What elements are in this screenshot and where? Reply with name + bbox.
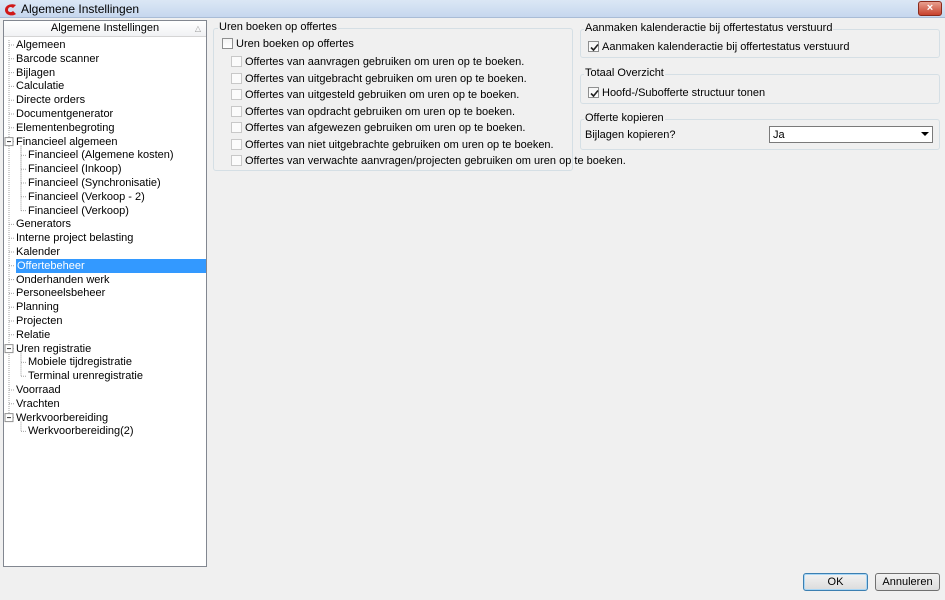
- uren-sub-checkbox-label: Offertes van aanvragen gebruiken om uren…: [245, 56, 525, 68]
- tree-item[interactable]: Algemeen: [16, 38, 66, 52]
- tree-item[interactable]: Bijlagen: [16, 66, 55, 80]
- uren-sub-checkbox-label: Offertes van niet uitgebrachte gebruiken…: [245, 138, 554, 151]
- tree-item[interactable]: Interne project belasting: [16, 231, 133, 245]
- tree-item[interactable]: Barcode scanner: [16, 52, 99, 66]
- tree-item[interactable]: Offertebeheer: [16, 258, 206, 273]
- kalender-checkbox[interactable]: [588, 41, 599, 52]
- cancel-button[interactable]: Annuleren: [875, 573, 940, 591]
- tree-item[interactable]: Financieel (Verkoop - 2): [28, 190, 145, 204]
- uren-sub-checkbox[interactable]: [231, 72, 242, 84]
- uren-sub-checkbox-row[interactable]: Offertes van uitgebracht gebruiken om ur…: [231, 72, 566, 86]
- tree-item[interactable]: Financieel (Verkoop): [28, 204, 129, 218]
- tree-item[interactable]: Werkvoorbereiding(2): [28, 424, 134, 438]
- tree-item[interactable]: Mobiele tijdregistratie: [28, 355, 132, 369]
- uren-sub-checkbox[interactable]: [231, 105, 242, 117]
- uren-sub-checkbox[interactable]: [231, 56, 242, 67]
- tree-item[interactable]: Planning: [16, 300, 59, 314]
- bijlagen-kopieren-label: Bijlagen kopieren?: [585, 129, 676, 141]
- uren-boeken-checkbox[interactable]: [222, 38, 233, 49]
- checkmark-icon: [590, 43, 599, 52]
- tree-item[interactable]: Generators: [16, 217, 71, 231]
- uren-sub-checkbox-row[interactable]: Offertes van opdracht gebruiken om uren …: [231, 105, 566, 119]
- uren-sub-checkbox-label: Offertes van opdracht gebruiken om uren …: [245, 105, 516, 118]
- kalender-checkbox-label: Aanmaken kalenderactie bij offertestatus…: [602, 41, 850, 53]
- uren-sub-checkbox[interactable]: [231, 155, 242, 166]
- tree-item[interactable]: Financieel (Algemene kosten): [28, 148, 174, 162]
- uren-sub-checkbox[interactable]: [231, 122, 242, 133]
- app-logo-icon: [5, 4, 16, 16]
- kalender-group-title: Aanmaken kalenderactie bij offertestatus…: [584, 22, 834, 34]
- tree-item[interactable]: Kalender: [16, 245, 60, 259]
- window-titlebar: Algemene Instellingen ×: [0, 0, 945, 18]
- totaal-checkbox-row[interactable]: Hoofd-/Subofferte structuur tonen: [588, 86, 888, 100]
- close-button[interactable]: ×: [918, 1, 942, 16]
- tree-item[interactable]: Relatie: [16, 328, 50, 342]
- tree-item[interactable]: Uren registratie: [16, 342, 91, 356]
- uren-boeken-checkbox-row[interactable]: Uren boeken op offertes: [222, 37, 522, 51]
- checkmark-icon: [590, 89, 599, 98]
- tree-item[interactable]: Financieel algemeen: [16, 135, 118, 149]
- uren-sub-checkbox-row[interactable]: Offertes van aanvragen gebruiken om uren…: [231, 55, 566, 69]
- uren-sub-checkbox-row[interactable]: Offertes van verwachte aanvragen/project…: [231, 154, 626, 168]
- ok-button[interactable]: OK: [803, 573, 868, 591]
- window-title: Algemene Instellingen: [21, 2, 140, 16]
- bijlagen-kopieren-select[interactable]: Ja: [769, 126, 933, 143]
- tree-item[interactable]: Onderhanden werk: [16, 273, 110, 287]
- uren-sub-checkbox[interactable]: [231, 138, 242, 150]
- tree-item[interactable]: Projecten: [16, 314, 62, 328]
- uren-boeken-group-title: Uren boeken op offertes: [218, 21, 338, 33]
- tree-item[interactable]: Calculatie: [16, 79, 64, 93]
- uren-sub-checkbox-row[interactable]: Offertes van uitgesteld gebruiken om ure…: [231, 88, 566, 102]
- tree-item[interactable]: Financieel (Inkoop): [28, 162, 122, 176]
- tree-item[interactable]: Personeelsbeheer: [16, 286, 105, 300]
- tree-item[interactable]: Documentgenerator: [16, 107, 113, 121]
- totaal-group-title: Totaal Overzicht: [584, 67, 665, 79]
- uren-sub-checkbox-label: Offertes van verwachte aanvragen/project…: [245, 155, 626, 167]
- tree-item[interactable]: Werkvoorbereiding: [16, 411, 108, 425]
- chevron-down-icon: [921, 132, 929, 136]
- tree-item[interactable]: Directe orders: [16, 93, 85, 107]
- uren-sub-checkbox-row[interactable]: Offertes van afgewezen gebruiken om uren…: [231, 121, 566, 135]
- tree-item[interactable]: Elementenbegroting: [16, 121, 114, 135]
- tree-item[interactable]: Vrachten: [16, 397, 60, 411]
- totaal-checkbox[interactable]: [588, 87, 599, 98]
- uren-sub-checkbox-label: Offertes van uitgebracht gebruiken om ur…: [245, 72, 527, 85]
- tree-item[interactable]: Voorraad: [16, 383, 61, 397]
- tree-item[interactable]: Financieel (Synchronisatie): [28, 176, 161, 190]
- kalender-checkbox-row[interactable]: Aanmaken kalenderactie bij offertestatus…: [588, 40, 888, 54]
- tree-item[interactable]: Terminal urenregistratie: [28, 369, 143, 383]
- settings-tree[interactable]: Algemene Instellingen △ Algemeen Barcode …: [3, 20, 207, 567]
- uren-sub-checkbox[interactable]: [231, 89, 242, 100]
- uren-sub-checkbox-label: Offertes van afgewezen gebruiken om uren…: [245, 122, 526, 134]
- kopieren-group-title: Offerte kopieren: [584, 112, 665, 124]
- totaal-checkbox-label: Hoofd-/Subofferte structuur tonen: [602, 87, 766, 99]
- bijlagen-kopieren-value: Ja: [773, 129, 785, 141]
- uren-sub-checkbox-label: Offertes van uitgesteld gebruiken om ure…: [245, 89, 520, 101]
- uren-boeken-checkbox-label: Uren boeken op offertes: [236, 38, 354, 50]
- uren-sub-checkbox-row[interactable]: Offertes van niet uitgebrachte gebruiken…: [231, 138, 566, 152]
